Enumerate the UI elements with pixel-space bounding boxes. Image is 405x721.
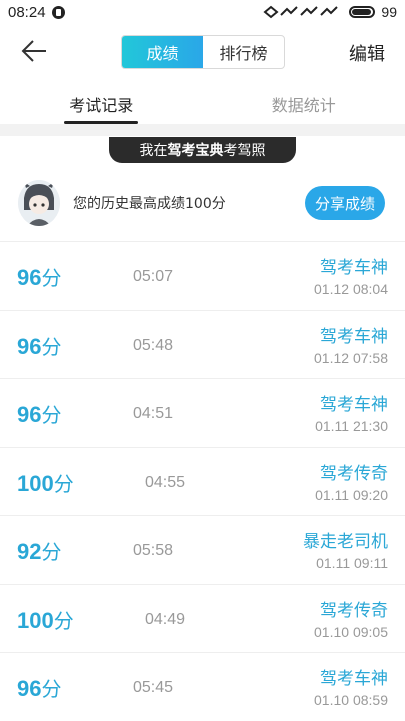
record-row[interactable]: 96分 05:07 驾考车神 01.12 08:04 — [0, 241, 405, 310]
segment-scores[interactable]: 成绩 — [122, 36, 203, 68]
record-score: 92分 — [17, 536, 61, 565]
record-datetime: 01.11 09:11 — [316, 555, 388, 571]
record-rank: 驾考车神 — [320, 322, 388, 347]
record-rank: 驾考传奇 — [320, 459, 388, 484]
record-rank: 驾考传奇 — [320, 596, 388, 621]
record-duration: 05:48 — [133, 337, 173, 355]
record-datetime: 01.12 07:58 — [314, 350, 388, 366]
record-datetime: 01.11 21:30 — [315, 418, 388, 434]
record-duration: 04:55 — [145, 474, 185, 492]
record-rank: 驾考车神 — [320, 664, 388, 689]
banner-brand: 驾考宝典 — [168, 140, 224, 160]
record-score: 100分 — [17, 605, 74, 634]
segment-ranking[interactable]: 排行榜 — [203, 36, 284, 68]
record-duration: 05:58 — [133, 542, 173, 560]
battery-level: 99 — [381, 4, 397, 20]
best-score-row: 您的历史最高成绩100分 分享成绩 — [0, 170, 405, 240]
edit-button[interactable]: 编辑 — [349, 40, 385, 66]
record-row[interactable]: 100分 04:49 驾考传奇 01.10 09:05 — [0, 584, 405, 653]
record-score: 96分 — [17, 399, 61, 428]
record-rank: 驾考车神 — [320, 253, 388, 278]
record-row[interactable]: 100分 04:55 驾考传奇 01.11 09:20 — [0, 447, 405, 516]
record-score: 96分 — [17, 262, 61, 291]
promo-banner: 我在驾考宝典考驾照 — [109, 137, 296, 163]
avatar[interactable] — [18, 180, 60, 226]
tab-statistics[interactable]: 数据统计 — [203, 84, 405, 124]
back-button[interactable] — [18, 36, 50, 66]
record-score: 100分 — [17, 468, 74, 497]
banner-prefix: 我在 — [140, 140, 168, 160]
tab-bar: 考试记录 数据统计 — [0, 84, 405, 124]
banner-suffix: 考驾照 — [224, 140, 266, 160]
tab-exam-records[interactable]: 考试记录 — [0, 84, 203, 124]
record-row[interactable]: 96分 04:51 驾考车神 01.11 21:30 — [0, 378, 405, 447]
status-time: 08:24 — [8, 4, 46, 21]
header: 成绩 排行榜 编辑 — [0, 28, 405, 74]
status-left: 08:24 — [8, 4, 65, 21]
record-rank: 驾考车神 — [320, 390, 388, 415]
battery-icon — [349, 6, 375, 18]
record-datetime: 01.10 08:59 — [314, 692, 388, 708]
record-datetime: 01.10 09:05 — [314, 624, 388, 640]
back-arrow-icon — [18, 36, 50, 66]
record-row[interactable]: 96分 05:45 驾考车神 01.10 08:59 — [0, 652, 405, 721]
signal-icon — [263, 5, 343, 19]
record-score: 96分 — [17, 673, 61, 702]
record-duration: 05:45 — [133, 679, 173, 697]
record-duration: 04:49 — [145, 611, 185, 629]
status-bar: 08:24 99 — [0, 0, 405, 24]
record-rank: 暴走老司机 — [303, 527, 388, 552]
record-score: 96分 — [17, 331, 61, 360]
notification-icon — [52, 6, 65, 19]
share-score-button[interactable]: 分享成绩 — [305, 186, 385, 220]
segmented-control: 成绩 排行榜 — [121, 35, 285, 69]
avatar-icon — [18, 180, 60, 226]
record-row[interactable]: 92分 05:58 暴走老司机 01.11 09:11 — [0, 515, 405, 584]
record-row[interactable]: 96分 05:48 驾考车神 01.12 07:58 — [0, 310, 405, 379]
record-duration: 05:07 — [133, 268, 173, 286]
status-right: 99 — [263, 4, 397, 20]
record-duration: 04:51 — [133, 405, 173, 423]
section-divider — [0, 124, 405, 136]
record-datetime: 01.12 08:04 — [314, 281, 388, 297]
record-list: 96分 05:07 驾考车神 01.12 08:04 96分 05:48 驾考车… — [0, 241, 405, 721]
record-datetime: 01.11 09:20 — [315, 487, 388, 503]
best-score-text: 您的历史最高成绩100分 — [73, 193, 226, 213]
